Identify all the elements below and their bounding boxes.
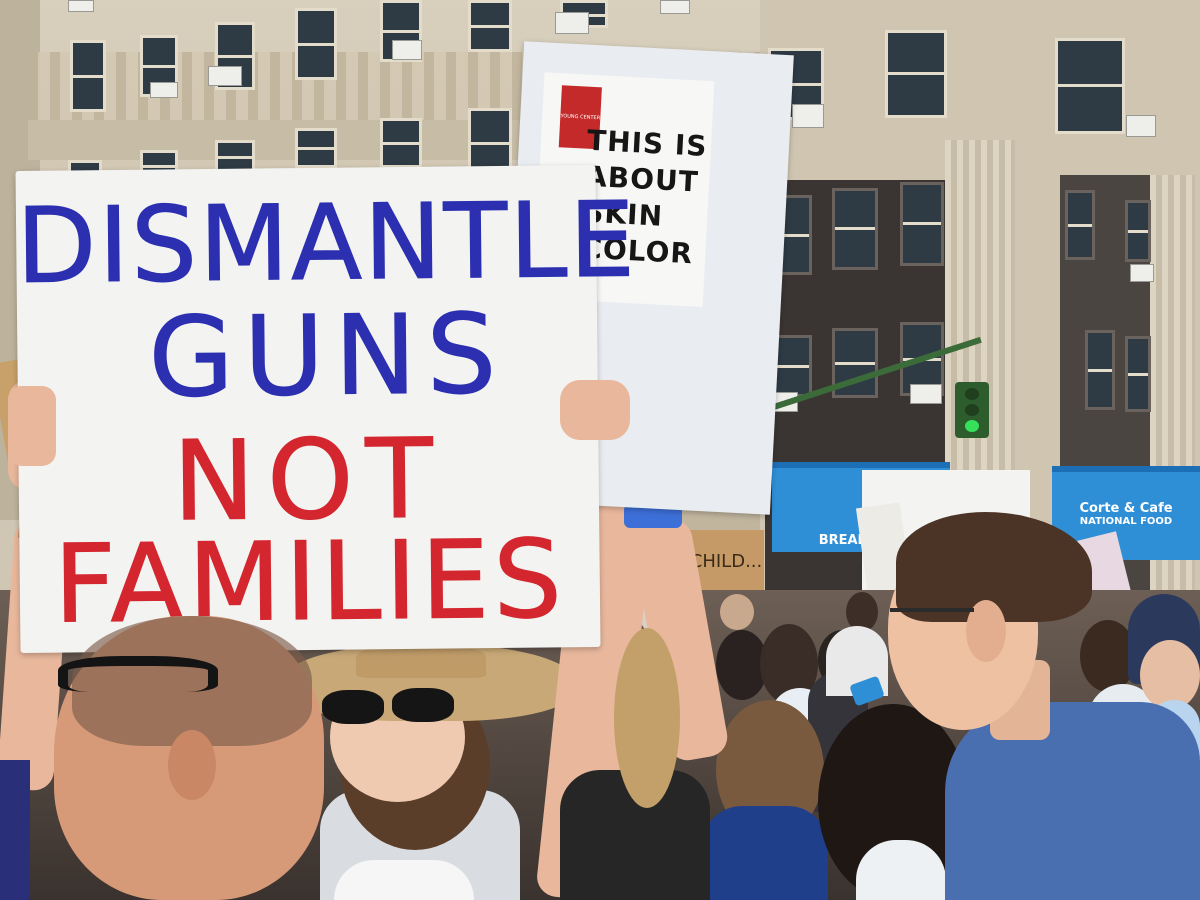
window [885, 30, 947, 118]
cardboard-sign-text: CHILD... [689, 550, 763, 572]
window [1125, 200, 1151, 262]
edge-person [0, 760, 30, 900]
bald-man-ear [168, 730, 216, 800]
window [295, 128, 337, 168]
main-sign-line-families: FAMILIES [53, 517, 567, 648]
signal-lamp-red [965, 388, 979, 400]
air-conditioner [910, 384, 942, 404]
air-conditioner [792, 104, 824, 128]
window [295, 8, 337, 80]
crowd-person [720, 594, 754, 630]
sunglasses-left-lens [322, 690, 384, 724]
young-man-blue-shirt [945, 702, 1200, 900]
window [1125, 336, 1151, 412]
window [1055, 38, 1125, 134]
left-fingers [8, 386, 56, 466]
main-sign-line-guns: GUNS [147, 289, 508, 422]
air-conditioner [392, 40, 422, 60]
long-hair-woman-shirt [702, 806, 828, 900]
window [1085, 330, 1115, 410]
window [832, 188, 878, 270]
window [468, 0, 512, 52]
signal-lamp-green [965, 420, 979, 432]
glasses-icon [890, 608, 974, 612]
air-conditioner [1126, 115, 1156, 137]
sunglasses-right-lens [392, 688, 454, 722]
air-conditioner [1130, 264, 1154, 282]
protest-photo: BREAKFAST Corte & Cafe NATIONAL FOOD CHI… [0, 0, 1200, 900]
bald-man-shirt [334, 860, 474, 900]
window [70, 40, 106, 112]
air-conditioner [150, 82, 178, 98]
signal-lamp-yellow [965, 404, 979, 416]
right-fingers [560, 380, 630, 440]
sunglasses-on-head-icon [58, 656, 218, 692]
awning-right-subtitle: NATIONAL FOOD [1079, 516, 1173, 527]
logo-text: YOUNG CENTER [560, 113, 601, 122]
air-conditioner [660, 0, 690, 14]
marker-person-hair [614, 628, 680, 808]
air-conditioner [555, 12, 589, 34]
air-conditioner [208, 66, 242, 86]
air-conditioner [68, 0, 94, 12]
window [380, 118, 422, 168]
window [900, 182, 944, 266]
main-sign-line-dismantle: DISMANTLE [15, 178, 638, 308]
main-protest-sign: DISMANTLE GUNS NOT FAMILIES [15, 164, 638, 654]
window [1065, 190, 1095, 260]
awning-right-title: Corte & Cafe [1079, 501, 1173, 516]
